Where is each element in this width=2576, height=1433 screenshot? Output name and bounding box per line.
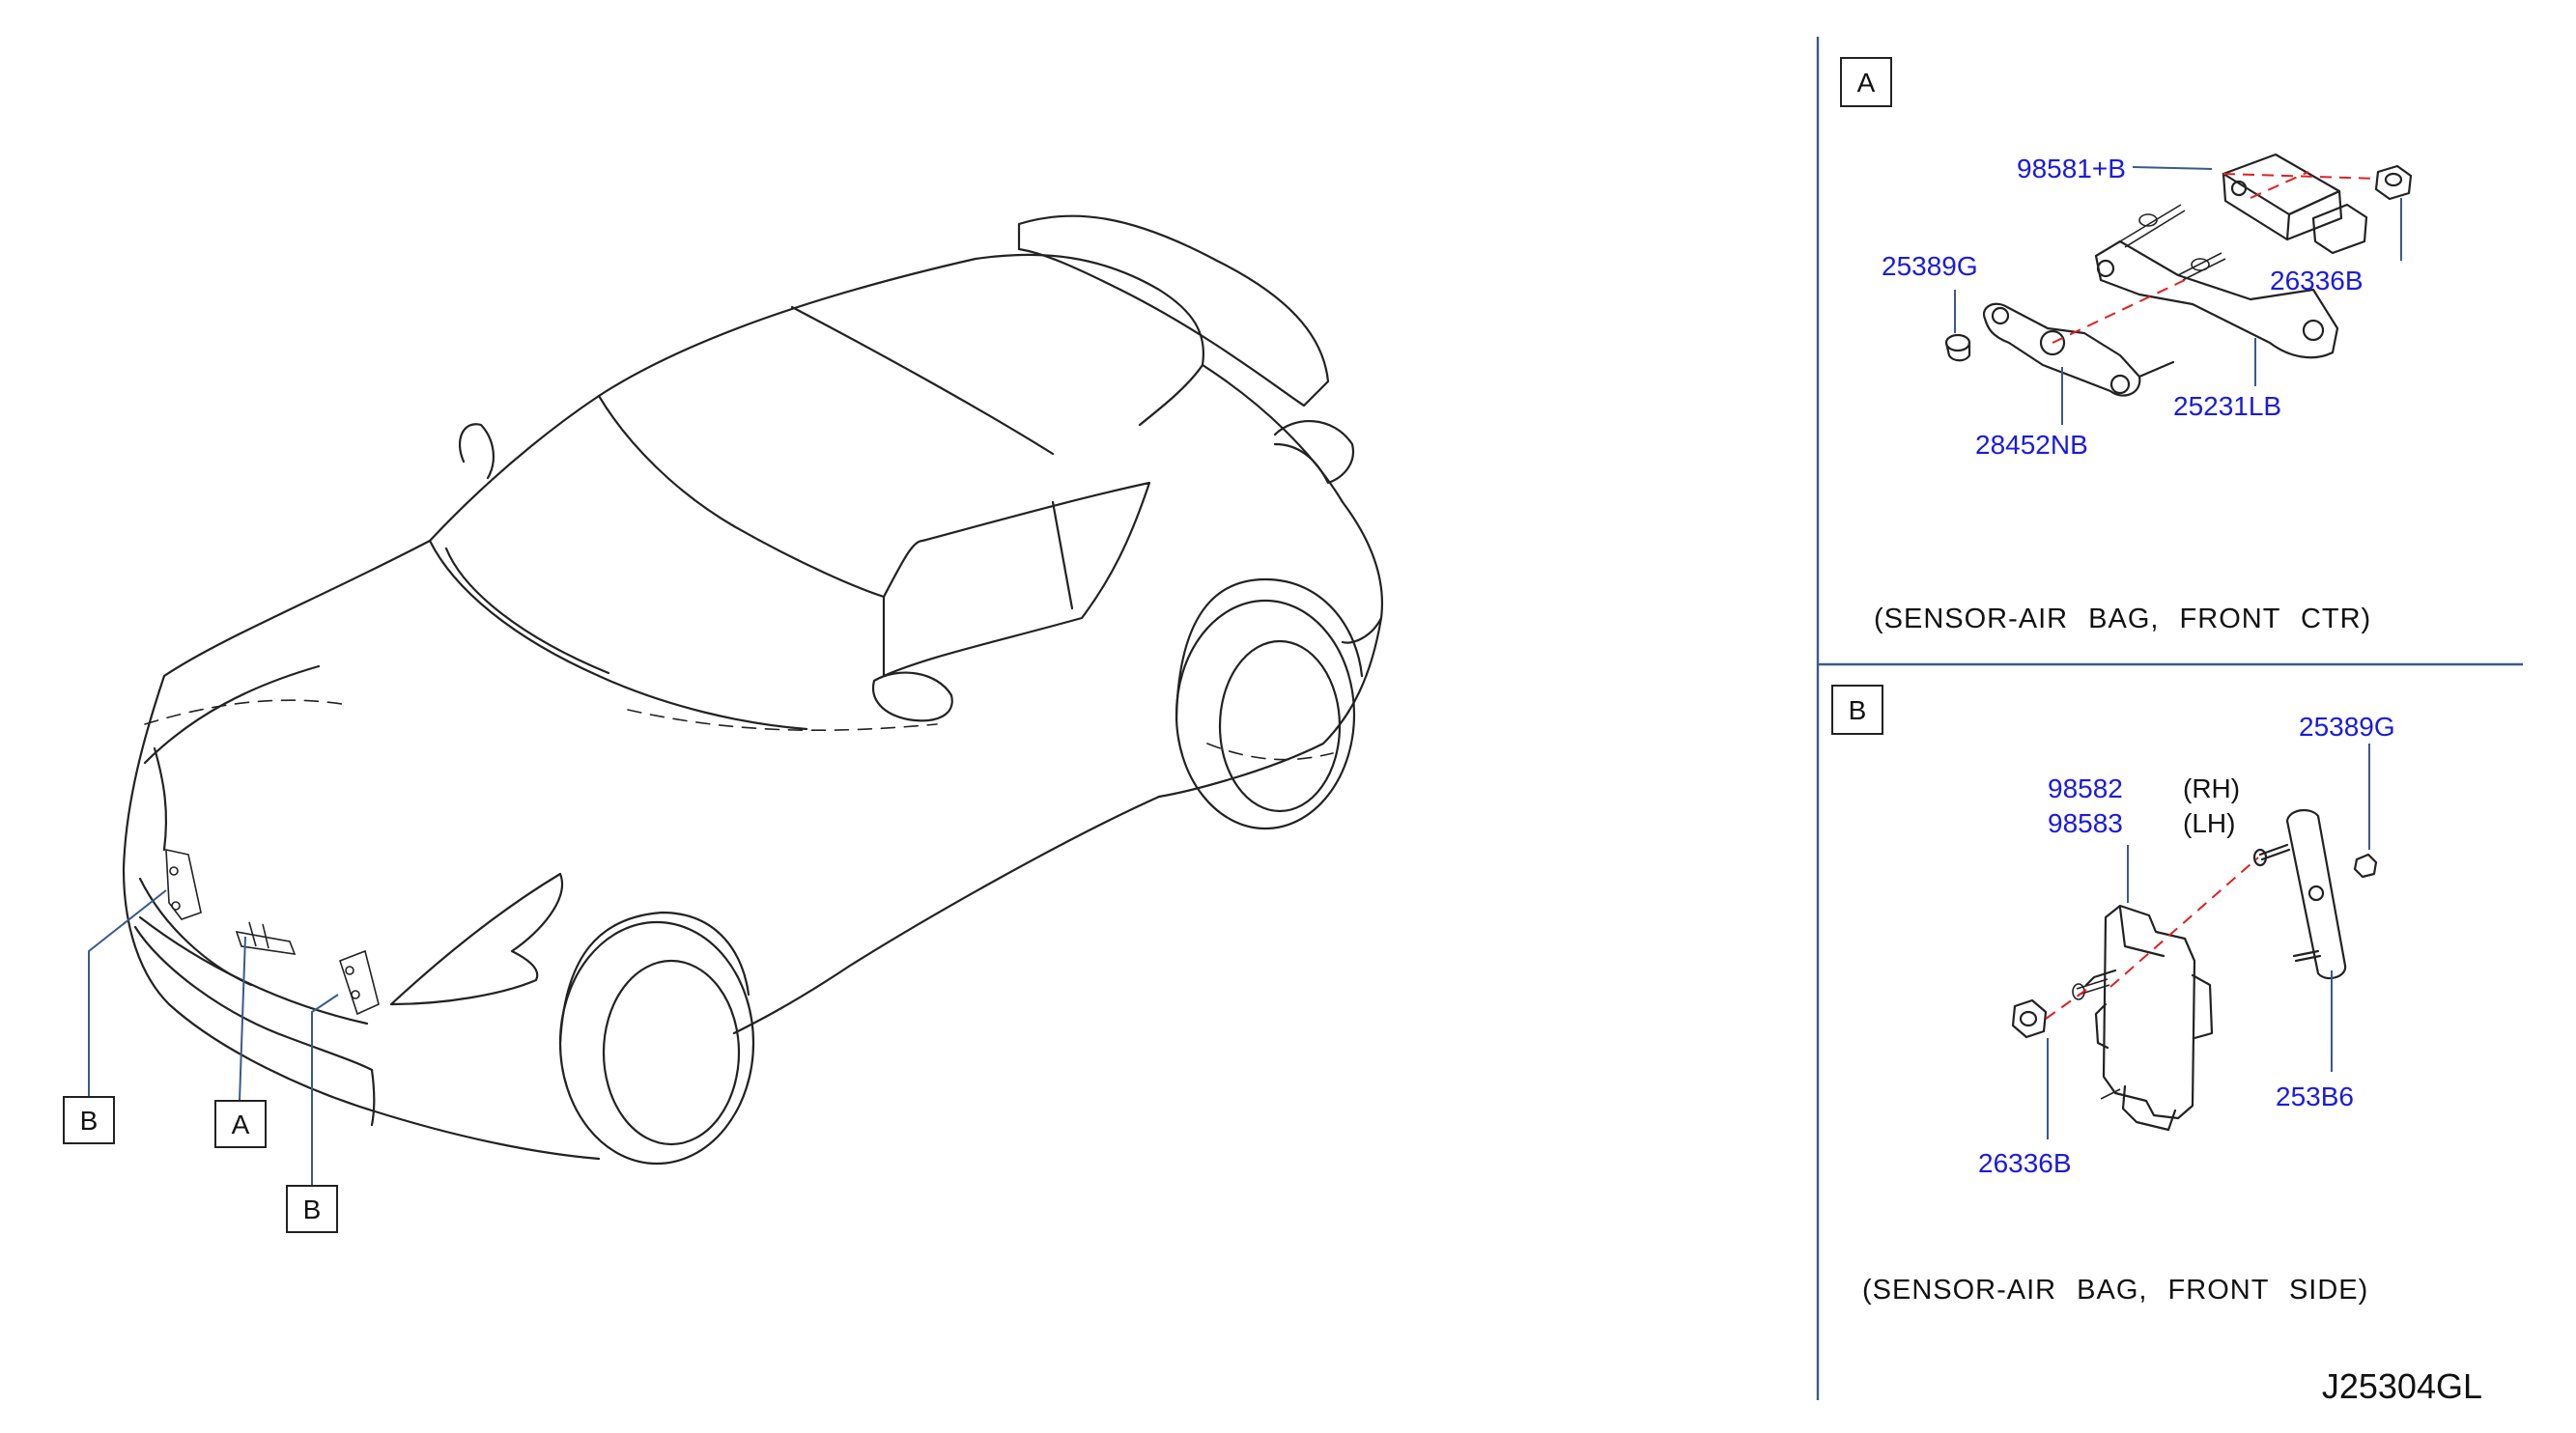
panel-a-letter: A <box>1857 68 1876 98</box>
assembly-line-b2 <box>2045 989 2087 1020</box>
panel-a: A 98581+B 25389G 26336B 25231LB 28452NB … <box>1840 57 2413 634</box>
parts-diagram: B A B A 98581+B 25389G 26336B 25231LB 28… <box>63 37 2523 1406</box>
callout-left-b: B <box>63 1096 115 1144</box>
leader-left-b <box>88 889 167 1101</box>
svg-text:A: A <box>232 1110 250 1139</box>
nut-25389g-b <box>2353 853 2378 879</box>
assembly-line-b1 <box>2109 857 2259 988</box>
label-98582-side: (RH) <box>2183 773 2240 803</box>
label-25231lb: 25231LB <box>2173 391 2281 421</box>
panel-b-letter: B <box>1849 695 1867 725</box>
nut-top-right <box>2374 164 2413 201</box>
label-98583: 98583 <box>2048 808 2123 838</box>
svg-text:B: B <box>303 1194 322 1224</box>
car-sensor-right <box>339 949 380 1016</box>
drawing-code: J25304GL <box>2322 1366 2482 1406</box>
bracket-253b6 <box>2252 808 2347 980</box>
panel-b-caption: (SENSOR-AIR BAG, FRONT SIDE) <box>1862 1275 2368 1306</box>
car-sensor-left <box>165 848 202 920</box>
nut-26336b-b <box>2011 998 2048 1039</box>
leader-98581 <box>2132 166 2213 170</box>
assembly-line-3 <box>2052 279 2186 344</box>
label-25389g-a: 25389G <box>1882 251 1978 281</box>
label-26336b-a: 26336B <box>2270 266 2364 295</box>
label-25389g-b: 25389G <box>2299 712 2395 742</box>
label-98581: 98581+B <box>2017 154 2126 183</box>
callout-center-a: A <box>214 1100 267 1148</box>
stay-plate <box>1982 302 2175 397</box>
assembly-line-2 <box>2250 171 2309 199</box>
label-28452nb: 28452NB <box>1975 430 2088 460</box>
center-sensor-module <box>2222 153 2368 255</box>
panel-b: B 25389G 98582 (RH) 98583 (LH) 253B6 263… <box>1831 685 2395 1306</box>
bolt-25389g <box>1944 333 1971 362</box>
callout-right-b: B <box>286 1185 338 1233</box>
sensor-studs <box>2072 978 2121 1100</box>
center-bracket <box>2094 239 2339 359</box>
label-253b6: 253B6 <box>2276 1082 2354 1111</box>
assembly-line-1 <box>2222 173 2379 180</box>
svg-text:B: B <box>80 1106 99 1136</box>
panel-a-caption: (SENSOR-AIR BAG, FRONT CTR) <box>1874 604 2371 634</box>
label-26336b-b: 26336B <box>1978 1148 2072 1178</box>
label-98583-side: (LH) <box>2183 808 2235 838</box>
bracket-studs <box>2119 204 2226 281</box>
label-98582: 98582 <box>2048 773 2123 803</box>
